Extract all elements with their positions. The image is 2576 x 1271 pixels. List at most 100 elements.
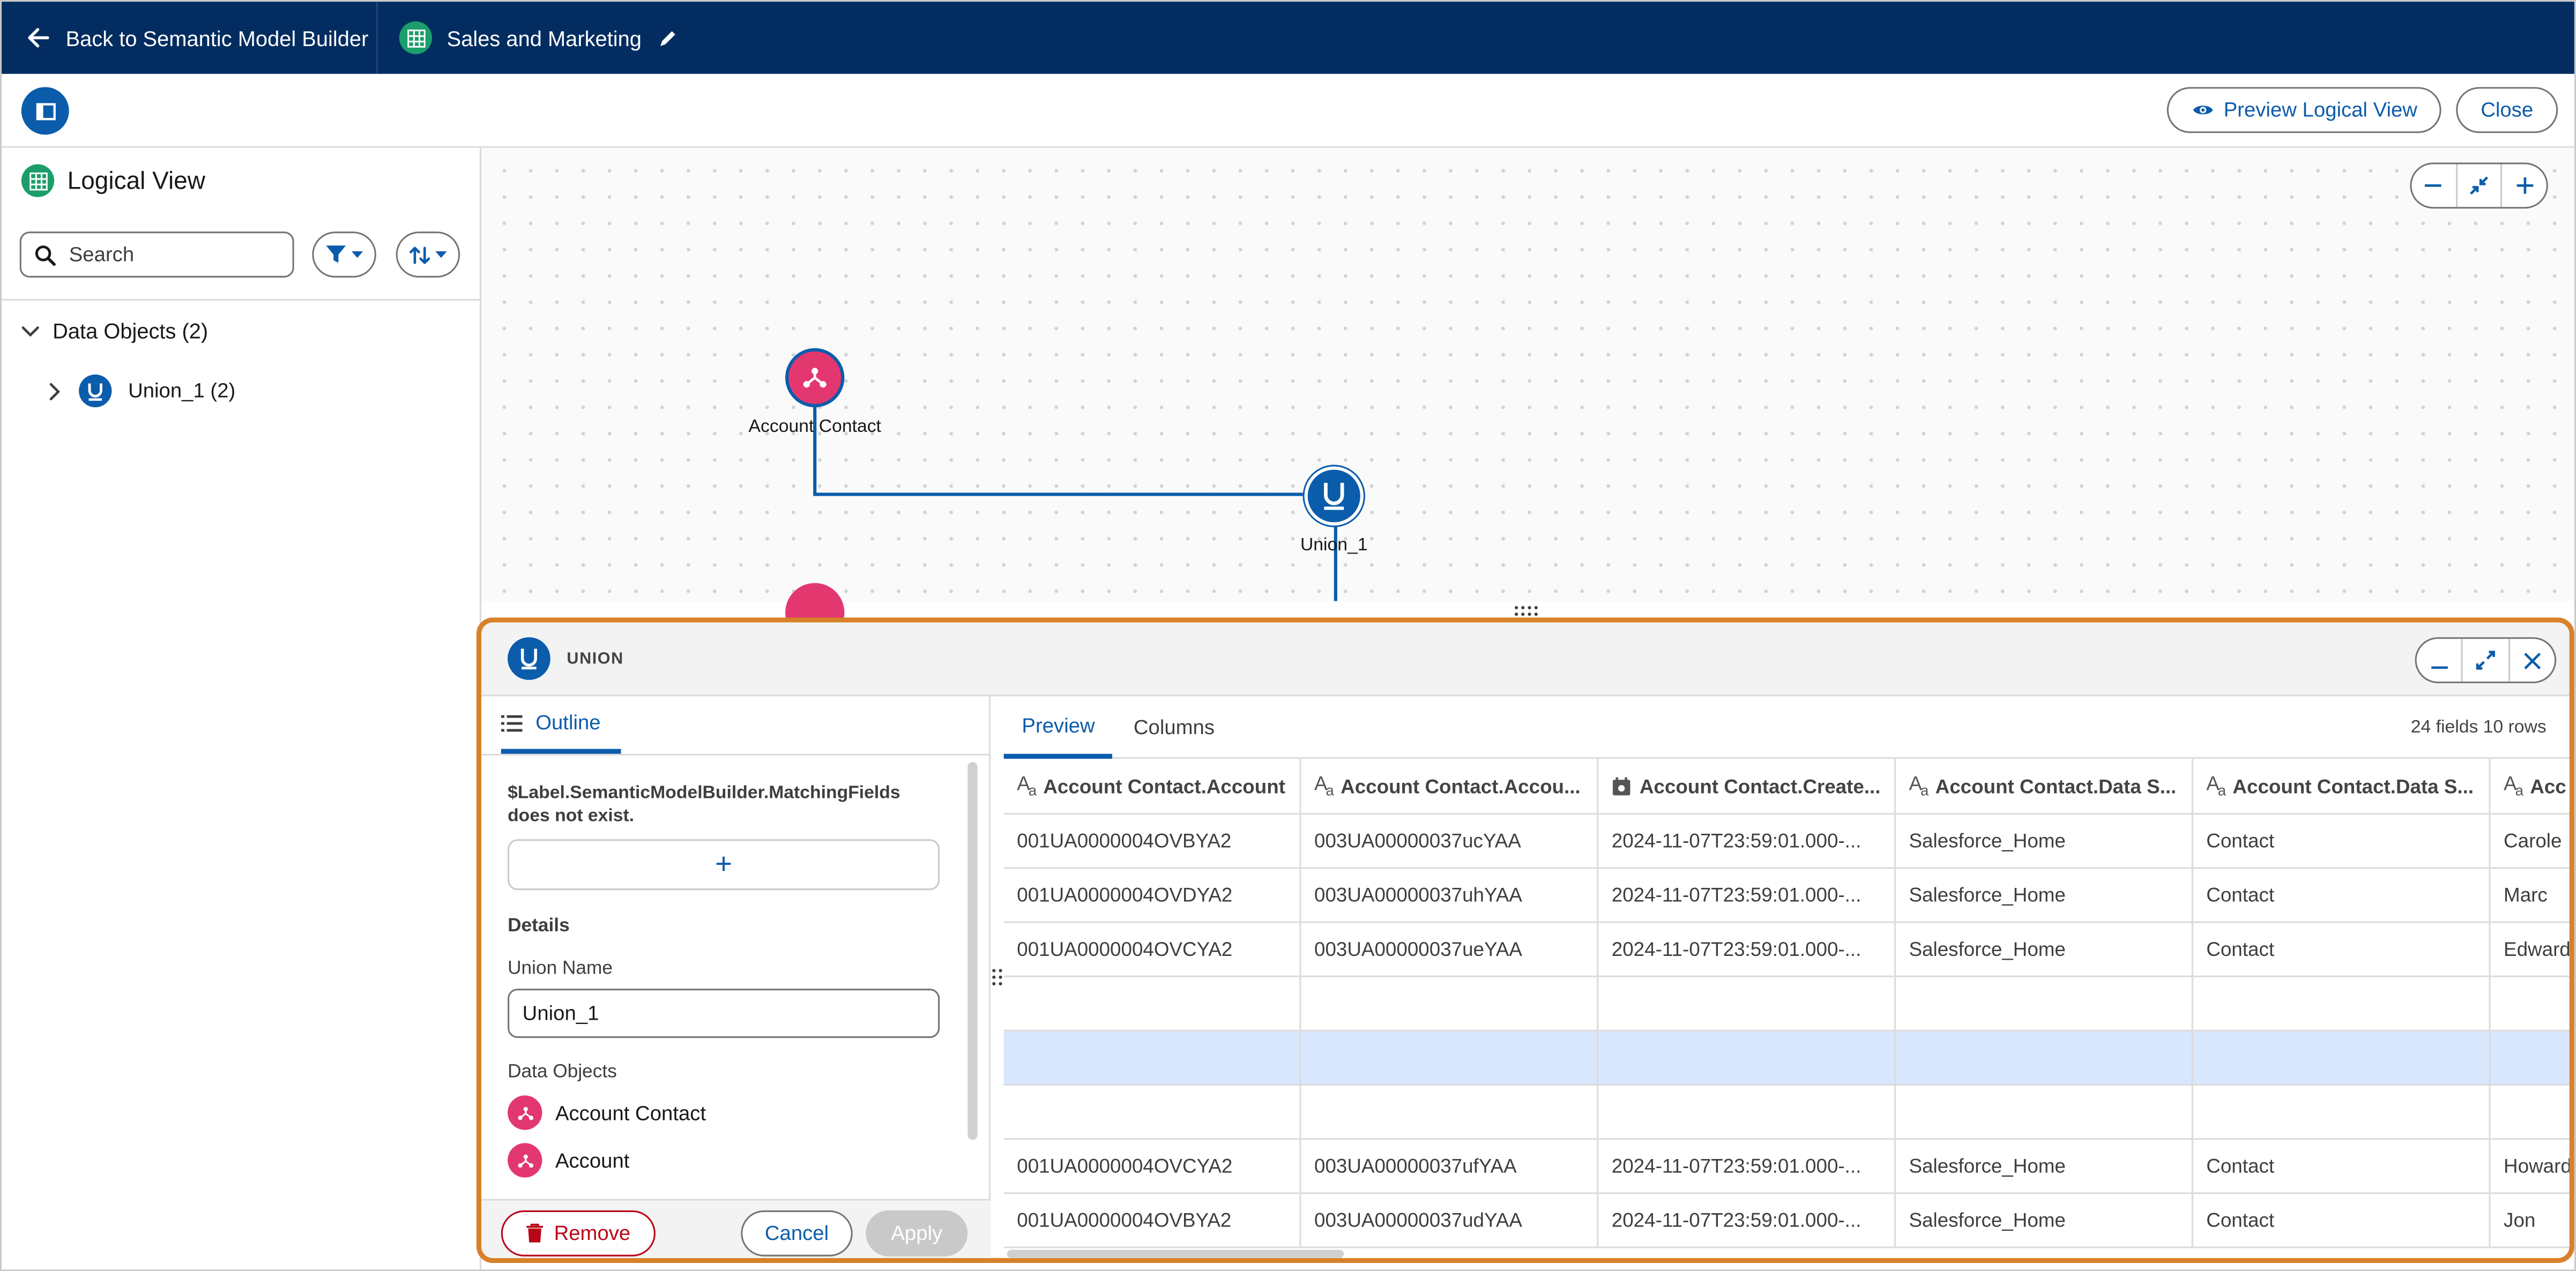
table-cell — [1301, 1085, 1599, 1139]
column-header[interactable]: Aa Account Contact.Data S... — [2193, 759, 2491, 813]
text-type-icon: Aa — [1909, 772, 1929, 799]
table-row[interactable]: 001UA0000004OVBYA2 003UA00000037udYAA 2024… — [1003, 1194, 2570, 1248]
panel-divider — [2, 298, 480, 301]
panel-title-label: Logical View — [67, 167, 205, 195]
table-cell — [2491, 1031, 2570, 1084]
panel-toggle-button[interactable] — [21, 87, 69, 135]
table-cell: Salesforce_Home — [1896, 1194, 2193, 1247]
table-cell: 001UA0000004OVDYA2 — [1004, 869, 1301, 922]
column-header[interactable]: Aa Account Contact.Account — [1004, 759, 1301, 813]
cancel-button[interactable]: Cancel — [741, 1210, 853, 1257]
text-type-icon: Aa — [2206, 772, 2226, 799]
table-cell: Salesforce_Home — [1896, 1140, 2193, 1193]
top-nav-bar: Back to Semantic Model Builder Sales and… — [2, 2, 2574, 74]
table-cell — [2193, 977, 2491, 1030]
table-cell — [1301, 1031, 1599, 1084]
close-button[interactable]: Close — [2456, 87, 2558, 133]
table-row[interactable]: 001UA0000004OVDYA2 003UA00000037uhYAA 2024… — [1003, 869, 2570, 923]
table-cell: Contact — [2193, 869, 2491, 922]
union-node[interactable] — [1304, 466, 1364, 526]
tree-item-label: Union_1 (2) — [128, 379, 236, 402]
tab-preview-label: Preview — [1022, 713, 1095, 737]
arrow-left-icon — [25, 25, 51, 51]
table-cell: Salesforce_Home — [1896, 814, 2193, 868]
left-panel: Logical View Search Data Objects (2) Uni… — [2, 147, 482, 1270]
date-icon — [1612, 776, 1632, 796]
column-header[interactable]: Aa Account Contact.Data S... — [1896, 759, 2193, 813]
resize-handle[interactable] — [1513, 604, 1539, 618]
table-cell: Jon — [2491, 1194, 2570, 1246]
search-input[interactable]: Search — [19, 231, 294, 278]
tab-outline[interactable]: Outline — [501, 697, 621, 754]
column-header-label: Account Contact.Accou... — [1341, 774, 1581, 798]
table-cell: 001UA0000004OVCYA2 — [1004, 1140, 1301, 1193]
table-row[interactable]: 001UA0000004OVBYA2 003UA00000037ucYAA 2024… — [1003, 814, 2570, 869]
minimize-button[interactable] — [2417, 639, 2463, 682]
table-icon — [399, 21, 433, 55]
chevron-down-icon — [435, 250, 447, 258]
tab-preview[interactable]: Preview — [1003, 697, 1113, 759]
table-cell: Contact — [2193, 814, 2491, 868]
apply-button[interactable]: Apply — [866, 1210, 968, 1257]
table-cell — [1598, 1031, 1896, 1084]
table-cell: Salesforce_Home — [1896, 869, 2193, 922]
toolbar: Preview Logical View Close — [2, 73, 2574, 148]
column-header[interactable]: Aa Account Contact.Accou... — [1301, 759, 1599, 813]
tree-item-union[interactable]: Union_1 (2) — [46, 374, 236, 408]
search-placeholder: Search — [69, 243, 135, 266]
add-matching-field-button[interactable]: + — [508, 839, 940, 891]
table-scrollbar[interactable] — [1007, 1250, 1344, 1258]
preview-logical-view-button[interactable]: Preview Logical View — [2166, 87, 2441, 133]
account-contact-node[interactable] — [785, 348, 845, 408]
remove-button[interactable]: Remove — [501, 1210, 656, 1257]
column-header-label: Account Contact.Create... — [1639, 774, 1881, 798]
data-object-item[interactable]: Account Contact — [508, 1095, 706, 1130]
panel-title: Logical View — [21, 164, 205, 197]
column-header[interactable]: Aa Acc — [2491, 759, 2570, 813]
model-canvas[interactable]: Account Contact Union_1 — [481, 147, 2574, 642]
table-cell — [1896, 1085, 2193, 1139]
table-cell: Contact — [2193, 923, 2491, 976]
table-cell — [2193, 1085, 2491, 1139]
table-cell: Contact — [2193, 1140, 2491, 1193]
trash-icon — [526, 1223, 544, 1243]
pencil-icon[interactable] — [657, 27, 678, 49]
column-header-label: Acc — [2530, 774, 2566, 798]
tab-columns[interactable]: Columns — [1115, 697, 1233, 759]
table-cell — [1896, 1031, 2193, 1084]
expand-button[interactable] — [2463, 639, 2510, 682]
table-header-row: Aa Account Contact.Account Aa Account Conta… — [1003, 759, 2570, 815]
chevron-right-icon — [46, 382, 63, 400]
table-cell: 003UA00000037uhYAA — [1301, 869, 1599, 922]
panel-window-controls — [2415, 637, 2557, 684]
table-cell — [2491, 1086, 2570, 1138]
table-cell: 2024-11-07T23:59:01.000-... — [1598, 869, 1896, 922]
filter-icon — [325, 245, 347, 265]
table-cell — [1004, 1031, 1301, 1084]
column-header[interactable]: Account Contact.Create... — [1598, 759, 1896, 813]
table-row[interactable]: 001UA0000004OVCYA2 003UA00000037ufYAA 2024… — [1003, 1140, 2570, 1194]
sort-button[interactable] — [396, 231, 460, 278]
text-type-icon: Aa — [1017, 772, 1037, 799]
data-object-icon — [508, 1095, 542, 1130]
back-link[interactable]: Back to Semantic Model Builder — [25, 2, 368, 74]
union-name-input[interactable]: Union_1 — [508, 989, 940, 1038]
data-object-icon — [508, 1143, 542, 1178]
splitter-handle[interactable] — [991, 967, 1004, 990]
tree-group-data-objects[interactable]: Data Objects (2) — [21, 319, 208, 343]
preview-logical-view-label: Preview Logical View — [2223, 98, 2417, 122]
table-row[interactable] — [1003, 1031, 2570, 1086]
outline-scrollbar[interactable] — [967, 762, 978, 1140]
data-object-item[interactable]: Account — [508, 1143, 629, 1178]
table-cell — [1004, 1085, 1301, 1139]
model-name: Sales and Marketing — [446, 25, 642, 50]
model-title: Sales and Marketing — [399, 2, 678, 74]
close-panel-button[interactable] — [2510, 639, 2555, 682]
data-object-label: Account Contact — [555, 1101, 706, 1124]
union-detail-panel: UNION Outline $Label.SemanticModelBuilde… — [476, 617, 2574, 1263]
table-cell — [1004, 977, 1301, 1030]
filter-button[interactable] — [312, 231, 376, 278]
table-row[interactable] — [1003, 1085, 2570, 1140]
table-row[interactable] — [1003, 977, 2570, 1031]
table-row[interactable]: 001UA0000004OVCYA2 003UA00000037ueYAA 2024… — [1003, 923, 2570, 977]
